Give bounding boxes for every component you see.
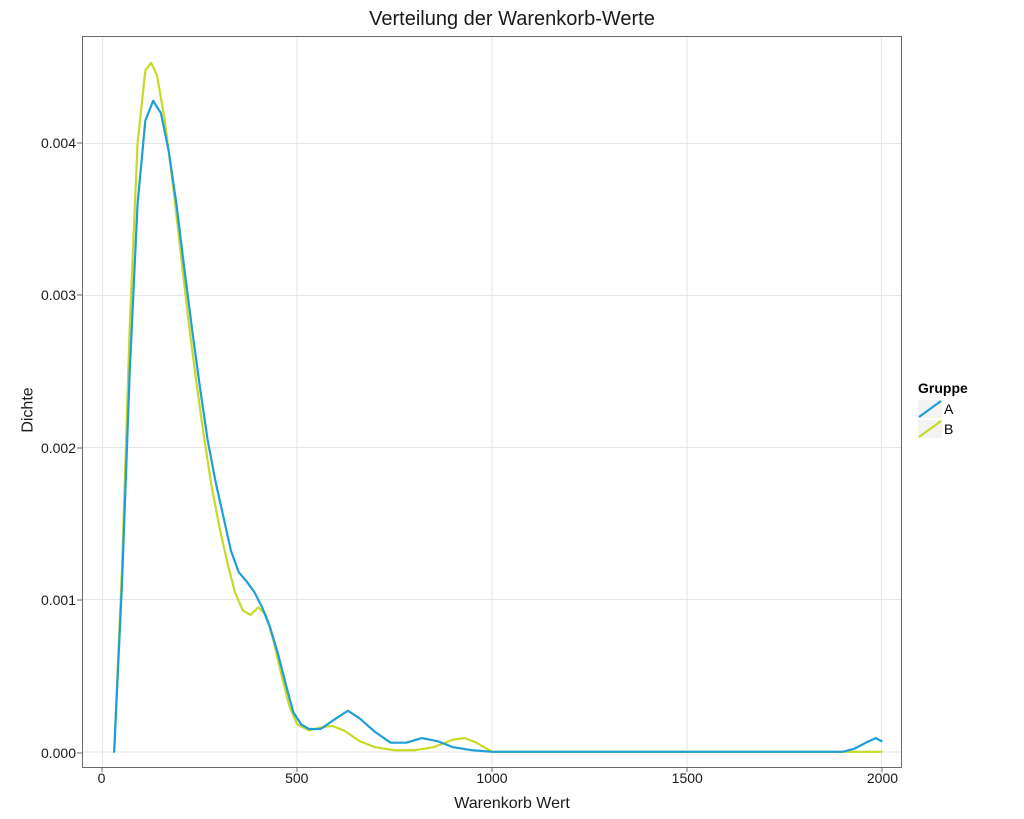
plot-area — [82, 36, 902, 768]
x-tick-label: 0 — [98, 770, 106, 786]
x-tick-label: 2000 — [867, 770, 898, 786]
y-axis-label: Dichte — [20, 387, 38, 432]
y-tick-label: 0.003 — [6, 287, 76, 303]
legend-title: Gruppe — [918, 380, 968, 396]
legend: Gruppe AB — [918, 380, 968, 440]
x-tick-label: 1500 — [672, 770, 703, 786]
x-axis-label: Warenkorb Wert — [0, 795, 1024, 813]
y-tick-label: 0.000 — [6, 745, 76, 761]
legend-item-A: A — [918, 400, 968, 418]
y-tick-label: 0.004 — [6, 135, 76, 151]
x-tick-label: 1000 — [476, 770, 507, 786]
series-B — [114, 63, 881, 752]
y-tick-label: 0.002 — [6, 440, 76, 456]
series-A — [114, 101, 881, 752]
x-tick-label: 500 — [285, 770, 308, 786]
legend-label: B — [944, 421, 953, 437]
series-group — [114, 63, 881, 752]
chart-title: Verteilung der Warenkorb-Werte — [0, 8, 1024, 31]
legend-key-icon — [918, 420, 942, 438]
legend-label: A — [944, 401, 953, 417]
gridlines — [83, 37, 901, 767]
chart-container: Verteilung der Warenkorb-Werte Dichte Wa… — [0, 0, 1024, 819]
legend-item-B: B — [918, 420, 968, 438]
y-tick-label: 0.001 — [6, 592, 76, 608]
legend-key-icon — [918, 400, 942, 418]
